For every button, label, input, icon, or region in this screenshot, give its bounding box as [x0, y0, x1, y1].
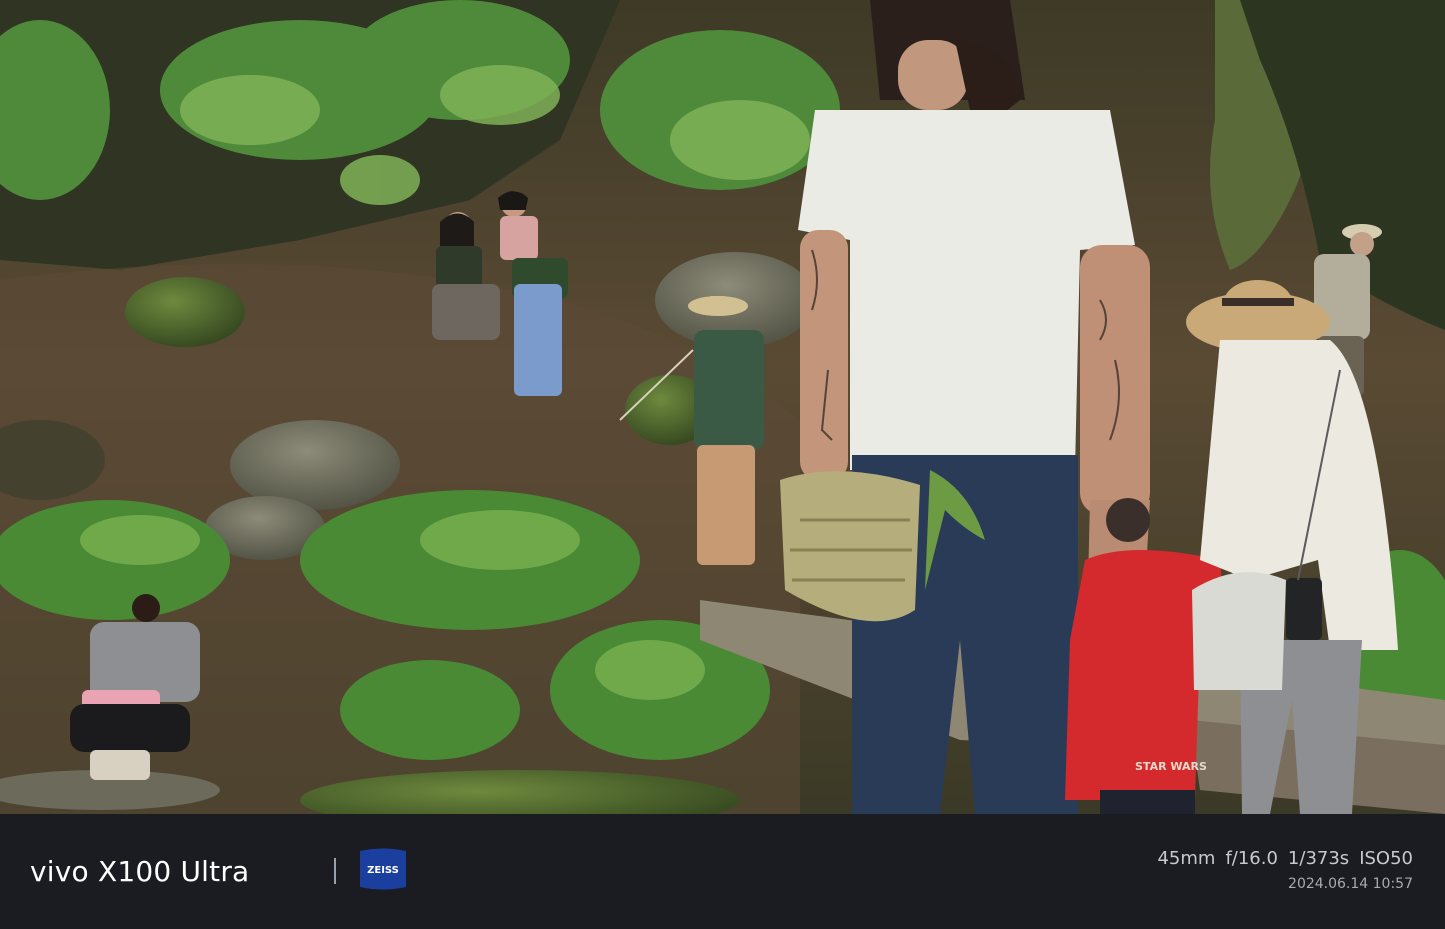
moss-rock: [125, 277, 245, 347]
aperture: f/16.0: [1225, 848, 1278, 869]
photo: STAR WARS: [0, 0, 1445, 814]
exif-parameters: 45mm f/16.0 1/373s ISO50: [1147, 848, 1413, 869]
zeiss-logo-text: ZEISS: [367, 865, 399, 876]
camera-model: vivo X100 Ultra: [30, 855, 250, 888]
jacket-print: STAR WARS: [1135, 760, 1207, 773]
shutter-speed: 1/373s: [1287, 848, 1350, 869]
divider: [334, 858, 336, 884]
forest-scene: STAR WARS: [0, 0, 1445, 814]
iso: ISO50: [1359, 848, 1413, 869]
watermark-footer: vivo X100 Ultra ZEISS 45mm f/16.0 1/373s IS…: [0, 814, 1445, 929]
focal-length: 45mm: [1157, 848, 1216, 869]
capture-datetime: 2024.06.14 10:57: [1288, 876, 1413, 892]
zeiss-logo: ZEISS: [360, 848, 406, 890]
